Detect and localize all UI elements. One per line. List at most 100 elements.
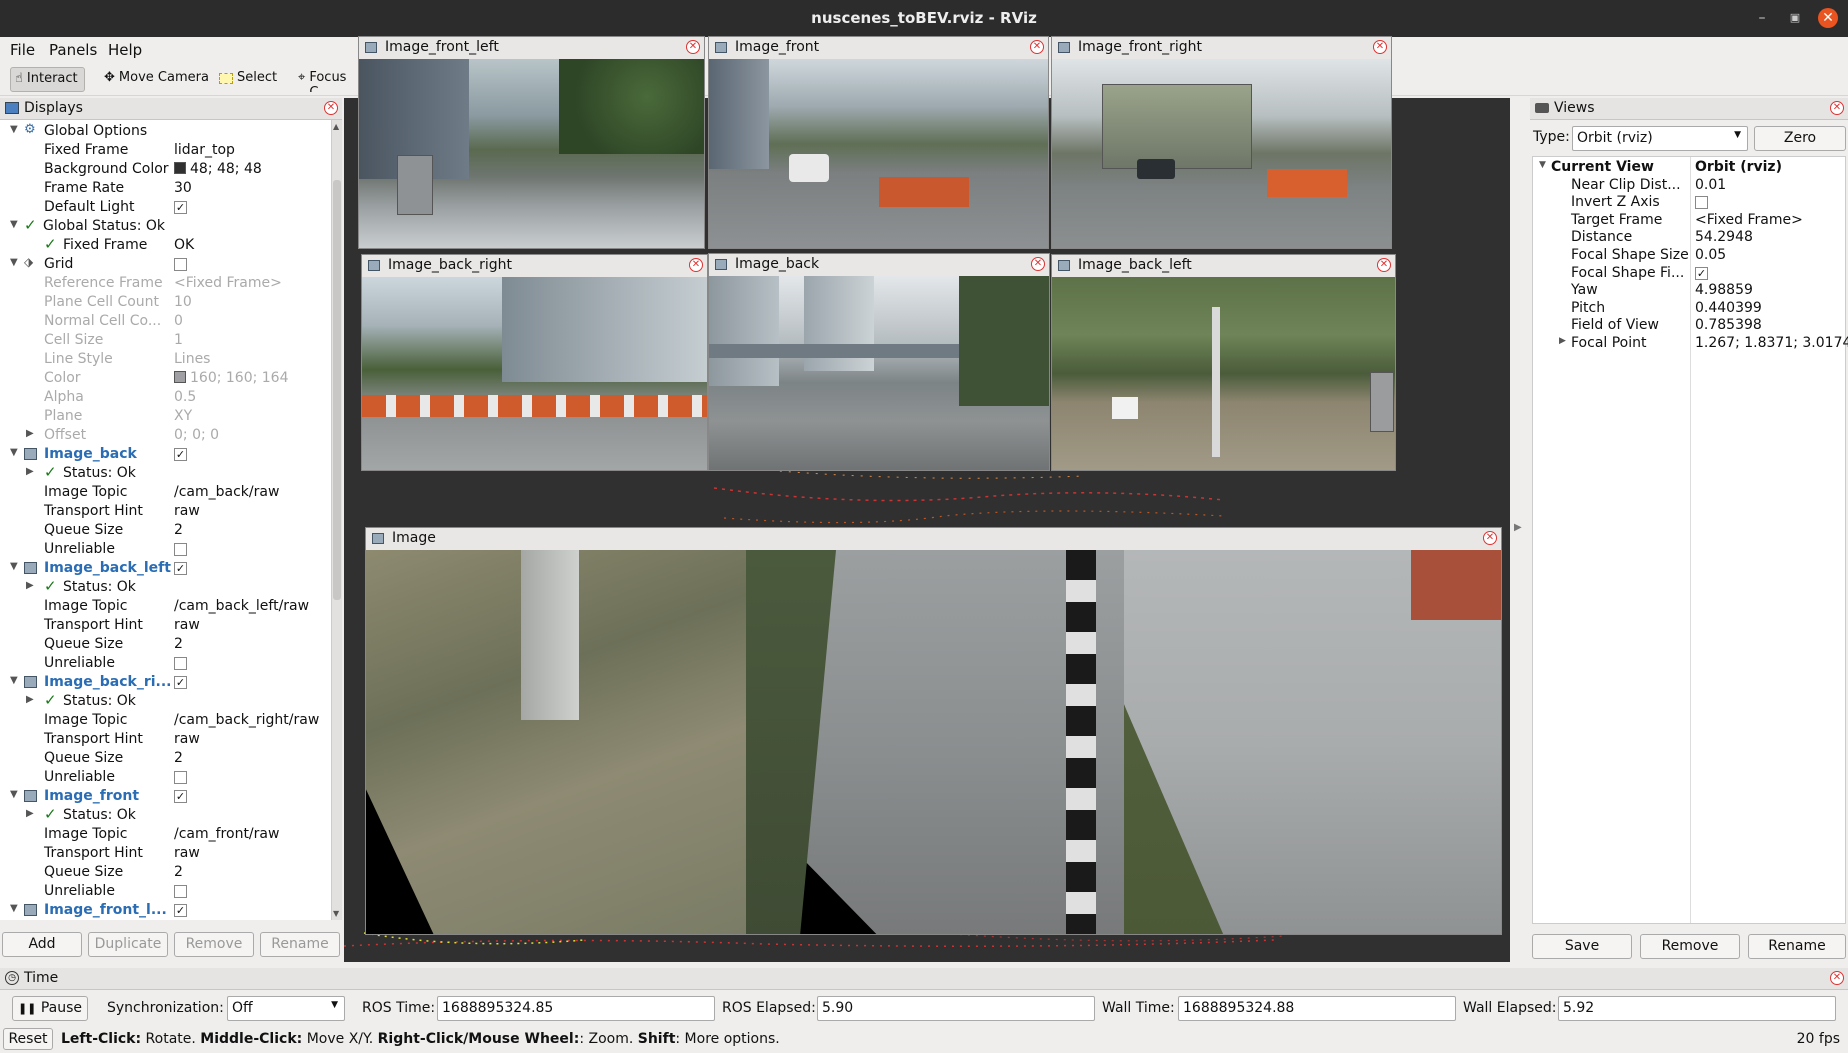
view-property-value[interactable]: 0.05 (1695, 247, 1726, 263)
display-property-value[interactable]: 2 (174, 864, 183, 880)
rename-view-button[interactable]: Rename (1748, 934, 1846, 959)
enabled-checkbox[interactable]: ✓ (174, 790, 187, 803)
display-row[interactable]: Frame Rate 30 (0, 179, 331, 198)
display-row[interactable]: ▼ Image_back_ri... ✓ (0, 673, 331, 692)
display-property-value[interactable]: raw (174, 617, 200, 633)
expand-arrow-icon[interactable]: ▼ (10, 219, 18, 230)
display-row[interactable]: ▼ ⚙ Global Options (0, 122, 331, 141)
pause-button[interactable]: ❚❚ Pause (12, 996, 88, 1021)
sync-select[interactable]: Off ▼ (227, 996, 345, 1021)
display-row[interactable]: Unreliable (0, 768, 331, 787)
display-property-value[interactable]: 10 (174, 294, 192, 310)
view-property-row[interactable]: Field of View 0.785398 (1533, 317, 1845, 334)
display-property-value[interactable]: /cam_front/raw (174, 826, 279, 842)
display-row[interactable]: Plane Cell Count 10 (0, 293, 331, 312)
display-row[interactable]: ▼ Image_back_left ✓ (0, 559, 331, 578)
display-row[interactable]: Transport Hint raw (0, 502, 331, 521)
time-close-icon[interactable]: ✕ (1830, 971, 1844, 985)
enabled-checkbox[interactable]: ✓ (174, 448, 187, 461)
display-row[interactable]: ✓ Fixed Frame OK (0, 235, 331, 255)
reset-button[interactable]: Reset (3, 1028, 53, 1050)
display-property-value[interactable]: 2 (174, 636, 183, 652)
rename-display-button[interactable]: Rename (260, 932, 340, 957)
ros-elapsed-field[interactable]: 5.90 (817, 996, 1095, 1021)
view-property-value[interactable]: <Fixed Frame> (1695, 212, 1803, 228)
display-row[interactable]: Transport Hint raw (0, 616, 331, 635)
display-row[interactable]: ▼ ⬗ Grid (0, 255, 331, 274)
focus-camera-tool-button[interactable]: ⌖Focus C (294, 67, 350, 92)
display-property-value[interactable]: OK (174, 237, 194, 253)
enabled-checkbox[interactable]: ✓ (174, 201, 187, 214)
enabled-checkbox[interactable] (174, 543, 187, 556)
display-property-value[interactable]: Lines (174, 351, 210, 367)
panel-close-icon[interactable]: ✕ (1030, 40, 1044, 54)
panel-close-icon[interactable]: ✕ (1373, 40, 1387, 54)
expand-arrow-icon[interactable]: ▼ (10, 903, 18, 914)
display-row[interactable]: Queue Size 2 (0, 749, 331, 768)
display-property-value[interactable]: 0 (174, 313, 183, 329)
display-row[interactable]: ▶ ✓ Status: Ok (0, 463, 331, 483)
display-row[interactable]: Queue Size 2 (0, 863, 331, 882)
display-row[interactable]: ▼ Image_front ✓ (0, 787, 331, 806)
remove-view-button[interactable]: Remove (1640, 934, 1740, 959)
display-property-value[interactable]: 48; 48; 48 (174, 161, 262, 177)
image-back-left-panel[interactable]: Image_back_left ✕ (1051, 254, 1396, 471)
display-row[interactable]: ▼ Image_front_l... ✓ (0, 901, 331, 920)
panel-close-icon[interactable]: ✕ (689, 258, 703, 272)
display-property-value[interactable]: lidar_top (174, 142, 235, 158)
view-property-value[interactable]: 54.2948 (1695, 229, 1753, 245)
interact-tool-button[interactable]: ☝ Interact (10, 67, 85, 92)
view-property-row[interactable]: Focal Shape Fi... ✓ (1533, 265, 1845, 282)
view-type-select[interactable]: Orbit (rviz) ▼ (1572, 126, 1748, 151)
panel-close-icon[interactable]: ✕ (686, 40, 700, 54)
display-row[interactable]: ▼ ✓ Global Status: Ok (0, 216, 331, 236)
enabled-checkbox[interactable] (174, 885, 187, 898)
view-property-row[interactable]: Invert Z Axis (1533, 194, 1845, 211)
display-row[interactable]: Plane XY (0, 407, 331, 426)
image-front-left-panel[interactable]: Image_front_left ✕ (358, 36, 705, 249)
image-back-panel[interactable]: Image_back ✕ (708, 253, 1050, 471)
property-checkbox[interactable]: ✓ (1695, 266, 1708, 280)
collapse-arrow-icon[interactable]: ▶ (26, 580, 34, 591)
display-row[interactable]: ▶ ✓ Status: Ok (0, 691, 331, 711)
remove-display-button[interactable]: Remove (174, 932, 254, 957)
image-front-panel[interactable]: Image_front ✕ (708, 36, 1049, 249)
display-property-value[interactable]: <Fixed Frame> (174, 275, 282, 291)
display-row[interactable]: Unreliable (0, 882, 331, 901)
enabled-checkbox[interactable]: ✓ (174, 904, 187, 917)
view-property-row[interactable]: Distance 54.2948 (1533, 229, 1845, 246)
display-row[interactable]: ▼ Image_back ✓ (0, 445, 331, 464)
expand-arrow-icon[interactable]: ▼ (10, 561, 18, 572)
panel-close-icon[interactable]: ✕ (1483, 531, 1497, 545)
close-window-icon[interactable]: ✕ (1818, 8, 1838, 28)
display-row[interactable]: Unreliable (0, 540, 331, 559)
display-row[interactable]: Cell Size 1 (0, 331, 331, 350)
enabled-checkbox[interactable]: ✓ (174, 562, 187, 575)
display-row[interactable]: Transport Hint raw (0, 844, 331, 863)
display-property-value[interactable]: /cam_back/raw (174, 484, 279, 500)
display-row[interactable]: Default Light ✓ (0, 198, 331, 217)
view-property-row[interactable]: Yaw 4.98859 (1533, 282, 1845, 299)
property-checkbox[interactable] (1695, 196, 1708, 210)
panel-close-icon[interactable]: ✕ (1377, 258, 1391, 272)
zero-view-button[interactable]: Zero (1754, 126, 1846, 151)
enabled-checkbox[interactable] (174, 771, 187, 784)
display-property-value[interactable]: /cam_back_right/raw (174, 712, 319, 728)
expand-arrow-icon[interactable]: ▼ (10, 675, 18, 686)
view-property-value[interactable]: 0.01 (1695, 177, 1726, 193)
minimize-icon[interactable]: – (1752, 8, 1772, 28)
wall-time-field[interactable]: 1688895324.88 (1178, 996, 1456, 1021)
enabled-checkbox[interactable]: ✓ (174, 676, 187, 689)
display-row[interactable]: Normal Cell Co... 0 (0, 312, 331, 331)
display-property-value[interactable]: 2 (174, 750, 183, 766)
display-row[interactable]: Image Topic/cam_back_right/raw (0, 711, 331, 730)
display-row[interactable]: Queue Size 2 (0, 521, 331, 540)
display-row[interactable]: Color 160; 160; 164 (0, 369, 331, 388)
view-property-value[interactable]: 1.267; 1.8371; 3.0174 (1695, 335, 1848, 351)
display-row[interactable]: ▶ ✓ Status: Ok (0, 577, 331, 597)
display-row[interactable]: ▶ ✓ Status: Ok (0, 805, 331, 825)
display-property-value[interactable]: 1 (174, 332, 183, 348)
menu-help[interactable]: Help (108, 41, 142, 59)
displays-close-icon[interactable]: ✕ (324, 101, 338, 115)
display-property-value[interactable]: raw (174, 503, 200, 519)
